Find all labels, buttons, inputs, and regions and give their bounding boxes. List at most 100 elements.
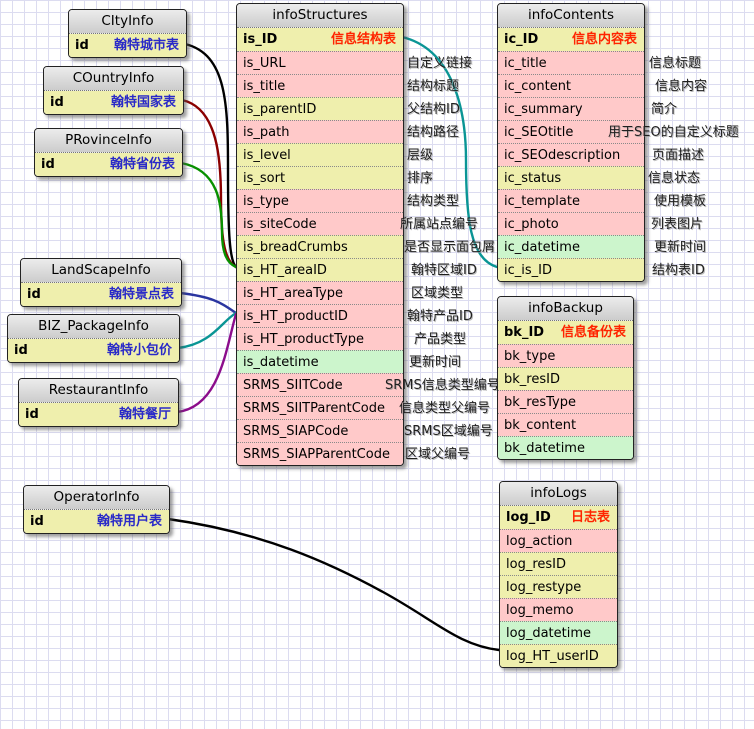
- field-name: SRMS_SIITParentCode: [243, 401, 385, 416]
- field-row-is_level[interactable]: is_level层级: [237, 143, 403, 166]
- field-row-is_ID[interactable]: is_ID信息结构表: [237, 28, 403, 51]
- table-header-OperatorInfo[interactable]: OperatorInfo: [24, 486, 169, 510]
- field-row-log_datetime[interactable]: log_datetime: [500, 621, 617, 644]
- table-header-infoContents[interactable]: infoContents: [498, 4, 644, 28]
- field-comment-is_HT_productType: 产品类型: [414, 328, 466, 351]
- table-COuntryInfo[interactable]: COuntryInfoid翰特国家表: [43, 66, 184, 115]
- field-row-bk_resType[interactable]: bk_resType: [498, 390, 633, 413]
- table-RestaurantInfo[interactable]: RestaurantInfoid翰特餐厅: [18, 378, 179, 427]
- field-comment-ic_content: 信息内容: [655, 75, 707, 98]
- table-OperatorInfo[interactable]: OperatorInfoid翰特用户表: [23, 485, 170, 534]
- field-row-ic_datetime[interactable]: ic_datetime更新时间: [498, 235, 644, 258]
- table-header-infoLogs[interactable]: infoLogs: [500, 482, 617, 506]
- field-row-ic_ID[interactable]: ic_ID信息内容表: [498, 28, 644, 51]
- field-row-bk_resID[interactable]: bk_resID: [498, 367, 633, 390]
- field-row-ic_photo[interactable]: ic_photo列表图片: [498, 212, 644, 235]
- field-comment-is_breadCrumbs: 是否显示面包屑: [404, 236, 495, 259]
- field-row-ic_content[interactable]: ic_content信息内容: [498, 74, 644, 97]
- field-row-ic_is_ID[interactable]: ic_is_ID结构表ID: [498, 258, 644, 281]
- field-name: log_ID: [506, 510, 551, 525]
- field-name: bk_datetime: [504, 441, 585, 456]
- table-infoStructures[interactable]: infoStructuresis_ID信息结构表is_URL自定义链接is_ti…: [236, 3, 404, 466]
- tables-layer: CItyInfoid翰特城市表 COuntryInfoid翰特国家表 PRovinc…: [0, 0, 754, 729]
- field-name: is_sort: [243, 171, 285, 186]
- field-row-SRMS_SIITCode[interactable]: SRMS_SIITCodeSRMS信息类型编号: [237, 373, 403, 396]
- field-row-id[interactable]: id翰特用户表: [24, 510, 169, 533]
- field-row-is_parentID[interactable]: is_parentID父结构ID: [237, 97, 403, 120]
- field-name: is_HT_areaType: [243, 286, 343, 301]
- field-row-id[interactable]: id翰特城市表: [69, 34, 186, 57]
- field-name: is_parentID: [243, 102, 316, 117]
- field-name: ic_SEOdescription: [504, 148, 620, 163]
- table-header-PRovinceInfo[interactable]: PRovinceInfo: [35, 129, 182, 153]
- field-row-is_breadCrumbs[interactable]: is_breadCrumbs是否显示面包屑: [237, 235, 403, 258]
- table-header-LandScapeInfo[interactable]: LandScapeInfo: [21, 259, 181, 283]
- field-name: bk_resType: [504, 395, 576, 410]
- field-row-is_title[interactable]: is_title结构标题: [237, 74, 403, 97]
- field-row-log_ID[interactable]: log_ID日志表: [500, 506, 617, 529]
- field-row-is_HT_areaType[interactable]: is_HT_areaType区域类型: [237, 281, 403, 304]
- field-row-ic_status[interactable]: ic_status信息状态: [498, 166, 644, 189]
- field-row-log_restype[interactable]: log_restype: [500, 575, 617, 598]
- field-row-is_type[interactable]: is_type结构类型: [237, 189, 403, 212]
- field-name: ic_template: [504, 194, 580, 209]
- table-LandScapeInfo[interactable]: LandScapeInfoid翰特景点表: [20, 258, 182, 307]
- field-row-bk_content[interactable]: bk_content: [498, 413, 633, 436]
- table-header-CItyInfo[interactable]: CItyInfo: [69, 10, 186, 34]
- field-row-bk_datetime[interactable]: bk_datetime: [498, 436, 633, 459]
- field-name: is_ID: [243, 32, 277, 47]
- field-row-log_resID[interactable]: log_resID: [500, 552, 617, 575]
- field-name: bk_resID: [504, 372, 560, 387]
- field-row-bk_ID[interactable]: bk_ID信息备份表: [498, 321, 633, 344]
- field-row-is_sort[interactable]: is_sort排序: [237, 166, 403, 189]
- field-comment-is_HT_productID: 翰特产品ID: [407, 305, 473, 328]
- field-row-ic_title[interactable]: ic_title信息标题: [498, 51, 644, 74]
- field-name: is_type: [243, 194, 289, 209]
- field-name: SRMS_SIAPCode: [243, 424, 348, 439]
- field-row-is_path[interactable]: is_path结构路径: [237, 120, 403, 143]
- field-comment-ic_template: 使用模板: [654, 190, 706, 213]
- field-row-is_HT_productID[interactable]: is_HT_productID翰特产品ID: [237, 304, 403, 327]
- field-row-is_HT_productType[interactable]: is_HT_productType产品类型: [237, 327, 403, 350]
- field-row-SRMS_SIAPParentCode[interactable]: SRMS_SIAPParentCode区域父编号: [237, 442, 403, 465]
- field-row-ic_SEOdescription[interactable]: ic_SEOdescription页面描述: [498, 143, 644, 166]
- field-row-ic_SEOtitle[interactable]: ic_SEOtitle用于SEO的自定义标题: [498, 120, 644, 143]
- field-row-log_action[interactable]: log_action: [500, 529, 617, 552]
- field-row-ic_summary[interactable]: ic_summary简介: [498, 97, 644, 120]
- field-row-is_HT_areaID[interactable]: is_HT_areaID翰特区域ID: [237, 258, 403, 281]
- field-row-id[interactable]: id翰特餐厅: [19, 403, 178, 426]
- table-header-infoBackup[interactable]: infoBackup: [498, 297, 633, 321]
- table-label-comment: 翰特用户表: [97, 510, 162, 533]
- table-BIZ_PackageInfo[interactable]: BIZ_PackageInfoid翰特小包价: [7, 314, 180, 363]
- table-CItyInfo[interactable]: CItyInfoid翰特城市表: [68, 9, 187, 58]
- field-comment-ic_SEOtitle: 用于SEO的自定义标题: [608, 121, 739, 144]
- field-row-SRMS_SIITParentCode[interactable]: SRMS_SIITParentCode信息类型父编号: [237, 396, 403, 419]
- table-infoContents[interactable]: infoContentsic_ID信息内容表ic_title信息标题ic_con…: [497, 3, 645, 282]
- field-row-id[interactable]: id翰特景点表: [21, 283, 181, 306]
- field-comment-is_siteCode: 所属站点编号: [400, 213, 478, 236]
- diagram-canvas[interactable]: { "theme": { "row_pink": "#ffc9c9", "row…: [0, 0, 754, 729]
- table-header-infoStructures[interactable]: infoStructures: [237, 4, 403, 28]
- field-row-log_HT_userID[interactable]: log_HT_userID: [500, 644, 617, 667]
- field-row-id[interactable]: id翰特小包价: [8, 339, 179, 362]
- table-infoLogs[interactable]: infoLogs log_ID日志表log_actionlog_resID log_…: [499, 481, 618, 668]
- table-infoBackup[interactable]: infoBackupbk_ID信息备份表bk_type bk_resID bk_re…: [497, 296, 634, 460]
- field-row-bk_type[interactable]: bk_type: [498, 344, 633, 367]
- field-name: is_breadCrumbs: [243, 240, 348, 255]
- field-row-log_memo[interactable]: log_memo: [500, 598, 617, 621]
- field-row-is_siteCode[interactable]: is_siteCode所属站点编号: [237, 212, 403, 235]
- field-name: log_restype: [506, 580, 581, 595]
- field-row-id[interactable]: id翰特国家表: [44, 91, 183, 114]
- field-row-is_URL[interactable]: is_URL自定义链接: [237, 51, 403, 74]
- field-row-id[interactable]: id翰特省份表: [35, 153, 182, 176]
- table-header-RestaurantInfo[interactable]: RestaurantInfo: [19, 379, 178, 403]
- table-PRovinceInfo[interactable]: PRovinceInfoid翰特省份表: [34, 128, 183, 177]
- table-header-COuntryInfo[interactable]: COuntryInfo: [44, 67, 183, 91]
- field-row-SRMS_SIAPCode[interactable]: SRMS_SIAPCodeSRMS区域编号: [237, 419, 403, 442]
- field-row-ic_template[interactable]: ic_template使用模板: [498, 189, 644, 212]
- table-title: infoLogs: [530, 485, 586, 501]
- table-header-BIZ_PackageInfo[interactable]: BIZ_PackageInfo: [8, 315, 179, 339]
- field-name: ic_ID: [504, 32, 538, 47]
- field-row-is_datetime[interactable]: is_datetime更新时间: [237, 350, 403, 373]
- field-comment-SRMS_SIAPCode: SRMS区域编号: [404, 420, 493, 443]
